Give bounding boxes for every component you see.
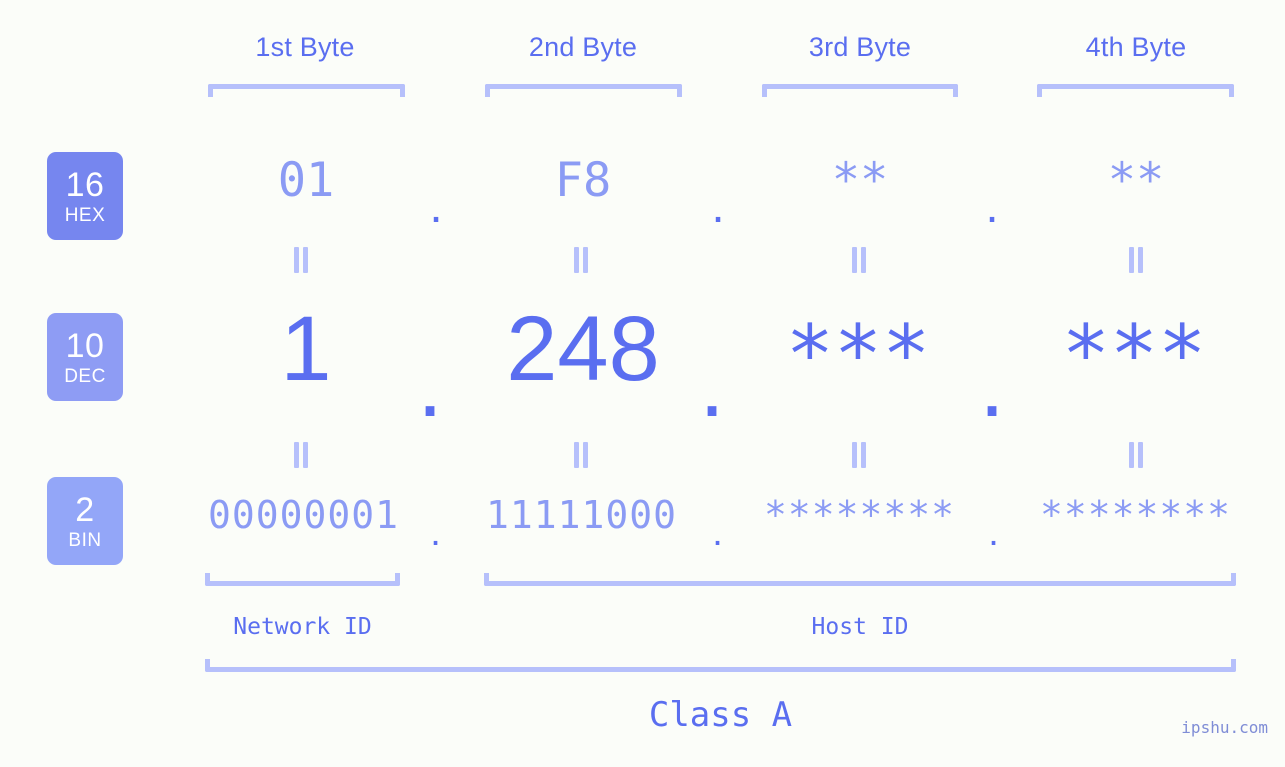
- equals-connector-dec-bin-1: [293, 442, 309, 468]
- network-id-label: Network ID: [233, 614, 372, 640]
- dec-separator-1: .: [417, 334, 443, 436]
- byte-bracket-1: [208, 84, 405, 97]
- ip-address-diagram: 1st Byte 2nd Byte 3rd Byte 4th Byte 16 H…: [0, 0, 1285, 767]
- dec-byte-4: ***: [1061, 308, 1207, 401]
- byte-bracket-4: [1037, 84, 1234, 97]
- host-id-label: Host ID: [811, 614, 909, 640]
- bin-byte-4: ********: [1039, 493, 1232, 537]
- byte-column-heading-1: 1st Byte: [255, 32, 355, 62]
- dec-byte-2: 248: [506, 298, 660, 400]
- dec-byte-1: 1: [280, 298, 332, 400]
- class-label: Class A: [648, 695, 793, 735]
- base-badge-hex-number: 16: [65, 165, 105, 204]
- equals-connector-dec-bin-2: [573, 442, 589, 468]
- network-id-bracket: [205, 573, 400, 586]
- hex-byte-2: F8: [554, 153, 612, 208]
- base-badge-bin-number: 2: [75, 490, 95, 529]
- bin-separator-1: .: [430, 512, 442, 554]
- bin-separator-2: .: [712, 512, 724, 554]
- bin-byte-1: 00000001: [207, 493, 400, 537]
- base-badge-hex-abbr: HEX: [64, 204, 106, 226]
- equals-connector-dec-bin-4: [1128, 442, 1144, 468]
- hex-separator-1: .: [429, 179, 443, 232]
- hex-byte-3: **: [831, 153, 889, 208]
- bin-separator-3: .: [988, 512, 1000, 554]
- base-badge-dec-number: 10: [65, 326, 105, 365]
- equals-connector-hex-dec-3: [851, 247, 867, 273]
- base-badge-dec: 10 DEC: [47, 313, 123, 401]
- equals-connector-dec-bin-3: [851, 442, 867, 468]
- equals-connector-hex-dec-1: [293, 247, 309, 273]
- byte-column-heading-3: 3rd Byte: [808, 32, 912, 62]
- byte-column-heading-2: 2nd Byte: [528, 32, 638, 62]
- class-bracket: [205, 659, 1236, 672]
- host-id-bracket: [484, 573, 1236, 586]
- site-watermark: ipshu.com: [1181, 718, 1268, 737]
- equals-connector-hex-dec-4: [1128, 247, 1144, 273]
- hex-separator-2: .: [711, 179, 725, 232]
- equals-connector-hex-dec-2: [573, 247, 589, 273]
- byte-column-heading-4: 4th Byte: [1085, 32, 1187, 62]
- hex-byte-4: **: [1107, 153, 1165, 208]
- base-badge-bin: 2 BIN: [47, 477, 123, 565]
- base-badge-hex: 16 HEX: [47, 152, 123, 240]
- bin-byte-2: 11111000: [485, 493, 678, 537]
- dec-separator-3: .: [979, 334, 1005, 436]
- bin-byte-3: ********: [763, 493, 956, 537]
- base-badge-bin-abbr: BIN: [68, 529, 102, 551]
- byte-bracket-3: [762, 84, 958, 97]
- dec-separator-2: .: [699, 334, 725, 436]
- base-badge-dec-abbr: DEC: [64, 365, 106, 387]
- byte-bracket-2: [485, 84, 682, 97]
- hex-byte-1: 01: [277, 153, 335, 208]
- hex-separator-3: .: [985, 179, 999, 232]
- dec-byte-3: ***: [785, 308, 931, 401]
